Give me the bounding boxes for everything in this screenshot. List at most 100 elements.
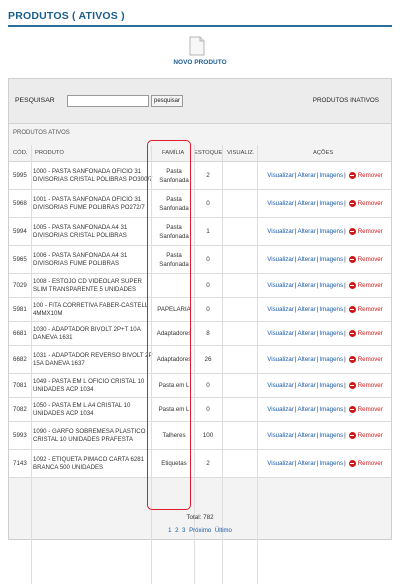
action-separator: | <box>344 460 346 467</box>
product-stock: 0 <box>206 256 210 263</box>
row-actions: Visualizar | Alterar | Imagens | Remover <box>261 398 389 421</box>
remove-link[interactable]: Remover <box>358 306 383 313</box>
title-divider <box>8 25 392 27</box>
images-link[interactable]: Imagens <box>319 228 343 235</box>
action-separator: | <box>344 406 346 413</box>
remove-link[interactable]: Remover <box>358 282 383 289</box>
view-link[interactable]: Visualizar <box>267 306 294 313</box>
page-link[interactable]: 2 <box>175 528 178 534</box>
remove-link[interactable]: Remover <box>358 356 383 363</box>
remove-link[interactable]: Remover <box>358 406 383 413</box>
remove-icon[interactable] <box>348 282 356 289</box>
remove-link[interactable]: Remover <box>358 432 383 439</box>
edit-link[interactable]: Alterar <box>298 330 316 337</box>
images-link[interactable]: Imagens <box>319 256 343 263</box>
images-link[interactable]: Imagens <box>319 382 343 389</box>
row-actions: Visualizar | Alterar | Imagens | Remover <box>261 374 389 397</box>
table-row: 5965 1006 - PASTA SANFONADA A4 31 DIVISOR… <box>9 246 391 274</box>
product-stock: 2 <box>206 172 210 179</box>
view-link[interactable]: Visualizar <box>267 460 294 467</box>
row-actions: Visualizar | Alterar | Imagens | Remover <box>261 218 389 245</box>
remove-icon[interactable] <box>348 356 356 363</box>
inactive-products-link[interactable]: PRODUTOS INATIVOS <box>313 97 379 104</box>
remove-link[interactable]: Remover <box>358 330 383 337</box>
view-link[interactable]: Visualizar <box>267 172 294 179</box>
remove-link[interactable]: Remover <box>358 228 383 235</box>
view-link[interactable]: Visualizar <box>267 382 294 389</box>
edit-link[interactable]: Alterar <box>298 200 316 207</box>
row-actions: Visualizar | Alterar | Imagens | Remover <box>261 162 389 189</box>
table-row: 7082 1050 - PASTA EM L A4 CRISTAL 10 UNID… <box>9 398 391 422</box>
remove-icon[interactable] <box>348 432 356 439</box>
product-name: 1001 - PASTA SANFONADA OFICIO 31 DIVISOR… <box>33 195 145 211</box>
new-document-icon[interactable] <box>189 36 205 56</box>
images-link[interactable]: Imagens <box>319 306 343 313</box>
product-name: 1090 - GARFO SOBREMESA PLASTICO CRISTAL … <box>33 427 146 443</box>
images-link[interactable]: Imagens <box>319 200 343 207</box>
row-actions: Visualizar | Alterar | Imagens | Remover <box>261 450 389 477</box>
images-link[interactable]: Imagens <box>319 356 343 363</box>
page-link[interactable]: 1 <box>168 528 171 534</box>
edit-link[interactable]: Alterar <box>298 256 316 263</box>
edit-link[interactable]: Alterar <box>298 382 316 389</box>
product-stock: 0 <box>206 406 210 413</box>
images-link[interactable]: Imagens <box>319 282 343 289</box>
product-name: 1092 - ETIQUETA PIMACO CARTA 6281 BRANCA… <box>33 455 145 471</box>
header-stock: ESTOQUE <box>194 150 223 156</box>
remove-icon[interactable] <box>348 200 356 207</box>
remove-icon[interactable] <box>348 228 356 235</box>
view-link[interactable]: Visualizar <box>267 406 294 413</box>
section-label: PRODUTOS ATIVOS <box>13 130 70 136</box>
edit-link[interactable]: Alterar <box>298 460 316 467</box>
table-row: 5968 1001 - PASTA SANFONADA OFICIO 31 DIV… <box>9 190 391 218</box>
last-page-link[interactable]: Último <box>215 528 232 534</box>
images-link[interactable]: Imagens <box>319 172 343 179</box>
table-row: 6681 1030 - ADAPTADOR BIVOLT 2P+T 10A DAN… <box>9 322 391 346</box>
remove-icon[interactable] <box>348 406 356 413</box>
remove-link[interactable]: Remover <box>358 460 383 467</box>
edit-link[interactable]: Alterar <box>298 406 316 413</box>
new-product-link[interactable]: NOVO PRODUTO <box>0 59 400 66</box>
edit-link[interactable]: Alterar <box>298 282 316 289</box>
edit-link[interactable]: Alterar <box>298 306 316 313</box>
table-row: 6682 1031 - ADAPTADOR REVERSO BIVOLT 2P 1… <box>9 346 391 374</box>
view-link[interactable]: Visualizar <box>267 200 294 207</box>
product-stock: 0 <box>206 200 210 207</box>
search-button[interactable]: pesquisar <box>151 95 183 107</box>
remove-icon[interactable] <box>348 460 356 467</box>
view-link[interactable]: Visualizar <box>267 356 294 363</box>
header-actions: AÇÕES <box>313 150 334 156</box>
images-link[interactable]: Imagens <box>319 432 343 439</box>
remove-icon[interactable] <box>348 382 356 389</box>
remove-link[interactable]: Remover <box>358 200 383 207</box>
edit-link[interactable]: Alterar <box>298 228 316 235</box>
view-link[interactable]: Visualizar <box>267 256 294 263</box>
view-link[interactable]: Visualizar <box>267 432 294 439</box>
remove-icon[interactable] <box>348 172 356 179</box>
images-link[interactable]: Imagens <box>319 330 343 337</box>
view-link[interactable]: Visualizar <box>267 330 294 337</box>
view-link[interactable]: Visualizar <box>267 282 294 289</box>
product-stock: 100 <box>202 432 214 439</box>
action-separator: | <box>344 432 346 439</box>
table-row: 7143 1092 - ETIQUETA PIMACO CARTA 6281 BR… <box>9 450 391 478</box>
remove-link[interactable]: Remover <box>358 256 383 263</box>
images-link[interactable]: Imagens <box>319 460 343 467</box>
action-separator: | <box>344 256 346 263</box>
edit-link[interactable]: Alterar <box>298 432 316 439</box>
action-separator: | <box>344 200 346 207</box>
product-stock: 26 <box>204 356 212 363</box>
remove-icon[interactable] <box>348 330 356 337</box>
remove-link[interactable]: Remover <box>358 382 383 389</box>
search-bar: PESQUISAR pesquisar PRODUTOS INATIVOS <box>9 79 391 124</box>
edit-link[interactable]: Alterar <box>298 356 316 363</box>
page-link[interactable]: 3 <box>182 528 185 534</box>
edit-link[interactable]: Alterar <box>298 172 316 179</box>
view-link[interactable]: Visualizar <box>267 228 294 235</box>
search-input[interactable] <box>67 95 149 107</box>
remove-icon[interactable] <box>348 306 356 313</box>
next-page-link[interactable]: Próximo <box>189 528 211 534</box>
remove-icon[interactable] <box>348 256 356 263</box>
images-link[interactable]: Imagens <box>319 406 343 413</box>
remove-link[interactable]: Remover <box>358 172 383 179</box>
